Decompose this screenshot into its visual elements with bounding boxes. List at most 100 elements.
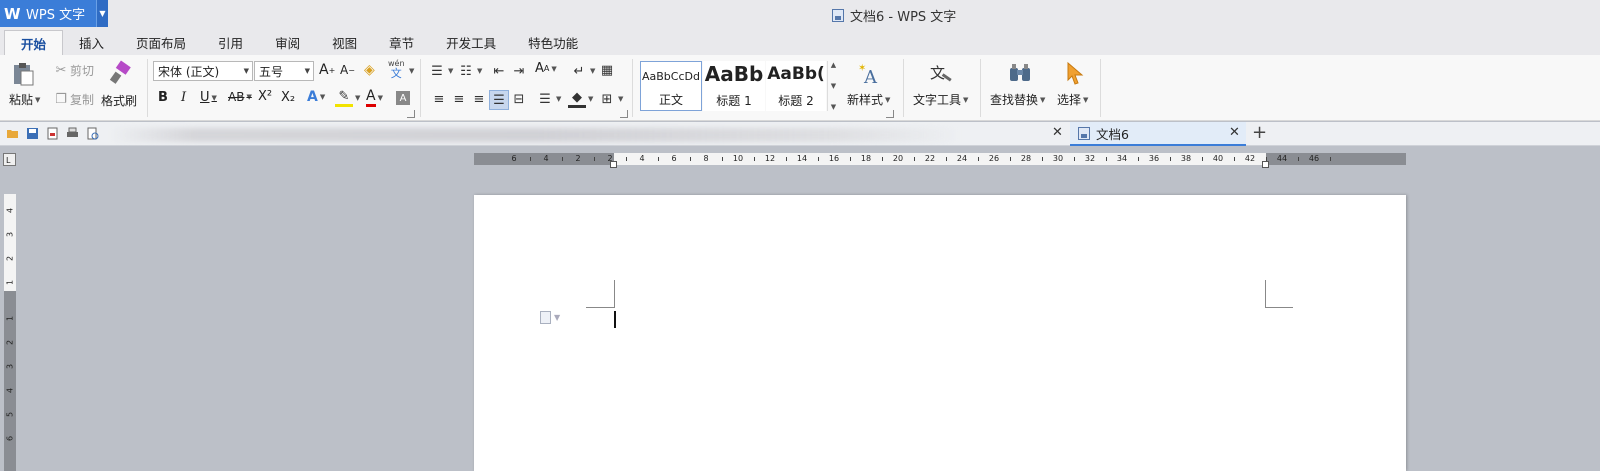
find-replace-button[interactable]: 查找替换 ▼ <box>990 91 1045 108</box>
char-shading-button[interactable]: A <box>396 91 410 105</box>
justify-button[interactable]: ☰ <box>489 90 509 110</box>
shading-button[interactable]: ◆ ▼ <box>568 90 593 108</box>
tab-view[interactable]: 视图 <box>316 30 373 55</box>
document-tab[interactable]: 文档6 <box>1070 122 1246 146</box>
clear-format-icon[interactable]: ◈ <box>364 62 375 78</box>
cut-button[interactable]: ✂ 剪切 <box>52 61 94 79</box>
document-page[interactable]: ▼ <box>474 195 1406 471</box>
font-color-button[interactable]: A ▼ <box>366 88 383 107</box>
close-tab-icon[interactable]: ✕ <box>1052 125 1063 140</box>
numbering-button[interactable]: ☷ ▼ <box>457 62 482 80</box>
right-indent-marker[interactable] <box>1262 161 1269 168</box>
save-icon[interactable] <box>26 127 39 140</box>
align-right-button[interactable]: ≡ <box>470 90 488 108</box>
copy-button[interactable]: ❐ 复制 <box>52 90 94 108</box>
tab-developer[interactable]: 开发工具 <box>430 30 512 55</box>
ruler-tick <box>1042 157 1043 161</box>
increase-indent-button[interactable]: ⇥ <box>510 62 528 80</box>
open-folder-icon[interactable] <box>6 127 19 140</box>
shrink-font-button[interactable]: A − <box>340 63 355 77</box>
chevron-up-icon[interactable]: ▲ <box>831 61 836 69</box>
paragraph-dialog-launcher[interactable] <box>620 110 628 118</box>
styles-dialog-launcher[interactable] <box>886 110 894 118</box>
line-spacing-button[interactable]: ☰ ▼ <box>536 90 561 108</box>
underline-button[interactable]: U ▼ <box>200 90 217 105</box>
format-painter-icon[interactable] <box>108 60 134 86</box>
table-button[interactable]: ▦ <box>598 61 616 79</box>
more-styles-icon[interactable]: ▼ <box>831 103 836 111</box>
ruler-tick <box>594 157 595 161</box>
app-menu-button[interactable]: W WPS 文字 ▼ <box>0 0 108 27</box>
ruler-tick <box>754 157 755 161</box>
bold-button[interactable]: B <box>158 90 168 105</box>
new-tab-plus-icon[interactable]: + <box>1252 122 1267 143</box>
ruler-tick <box>818 157 819 161</box>
font-dialog-launcher[interactable] <box>407 110 415 118</box>
find-replace-icon[interactable] <box>1007 60 1033 86</box>
vertical-ruler[interactable]: 4 3 2 1 1 2 3 4 5 6 <box>4 194 16 471</box>
tab-stop-selector[interactable]: L <box>3 153 16 166</box>
ruler-tick <box>914 157 915 161</box>
paragraph-mark-button[interactable]: ↵ ▼ <box>570 62 596 80</box>
change-case-button[interactable]: A A ▼ <box>535 61 557 76</box>
highlight-button[interactable]: ✎ ▼ <box>335 89 360 107</box>
chevron-down-icon[interactable]: ▼ <box>831 82 836 90</box>
text-tools-button[interactable]: 文字工具 ▼ <box>913 91 968 108</box>
text-tools-icon[interactable]: 文 <box>928 60 954 86</box>
new-style-icon[interactable]: A ✶ <box>857 61 883 87</box>
grow-font-button[interactable]: A + <box>319 62 335 78</box>
tab-page-layout[interactable]: 页面布局 <box>120 30 202 55</box>
app-menu-dropdown-icon[interactable]: ▼ <box>96 0 108 27</box>
decrease-indent-button[interactable]: ⇤ <box>490 62 508 80</box>
font-size-select[interactable]: 五号 ▼ <box>254 61 314 81</box>
highlighter-icon: ✎ <box>335 89 353 107</box>
align-left-icon: ≡ <box>433 91 445 107</box>
print-preview-icon[interactable] <box>86 127 99 140</box>
ruler-tick-label: 34 <box>1116 154 1128 163</box>
bullet-list-icon: ☰ <box>431 63 443 79</box>
font-name-select[interactable]: 宋体 (正文) ▼ <box>153 61 253 81</box>
tab-home[interactable]: 开始 <box>4 30 64 55</box>
ruler-tick <box>1106 157 1107 161</box>
paragraph-layout-button[interactable]: ▼ <box>540 311 560 324</box>
style-heading-2[interactable]: AaBb( 标题 2 <box>766 61 826 111</box>
select-icon[interactable] <box>1062 60 1088 86</box>
style-heading-1[interactable]: AaBb 标题 1 <box>703 61 765 111</box>
align-center-button[interactable]: ≡ <box>450 90 468 108</box>
styles-scroll[interactable]: ▲ ▼ ▼ <box>827 61 839 111</box>
ruler-tick <box>946 157 947 161</box>
tab-section[interactable]: 章节 <box>373 30 430 55</box>
bullets-button[interactable]: ☰ ▼ <box>428 62 453 80</box>
export-pdf-icon[interactable] <box>46 127 59 140</box>
indent-marker[interactable] <box>610 161 617 168</box>
ruler-tick-label: 42 <box>1244 154 1256 163</box>
tab-insert[interactable]: 插入 <box>63 30 120 55</box>
subscript-button[interactable]: X₂ <box>281 90 295 105</box>
new-style-button[interactable]: 新样式 ▼ <box>847 91 890 108</box>
paste-button[interactable] <box>10 61 36 87</box>
tab-special-features[interactable]: 特色功能 <box>512 30 594 55</box>
distribute-button[interactable]: ⊟ <box>510 90 528 108</box>
crop-mark-top-right <box>1265 280 1266 308</box>
style-normal[interactable]: AaBbCcDd 正文 <box>640 61 702 111</box>
format-painter-button[interactable]: 格式刷 <box>101 92 137 109</box>
phonetic-guide-button[interactable]: wén 文 <box>388 59 405 79</box>
align-left-button[interactable]: ≡ <box>430 90 448 108</box>
borders-button[interactable]: ⊞ ▼ <box>598 90 624 108</box>
tab-references[interactable]: 引用 <box>202 30 259 55</box>
ruler-tick <box>882 157 883 161</box>
text-effect-button[interactable]: A ▼ <box>307 89 325 105</box>
ruler-tick-label: 4 <box>543 154 549 163</box>
close-document-tab-icon[interactable]: ✕ <box>1229 125 1240 140</box>
strikethrough-button[interactable]: AB ▼ <box>228 90 252 104</box>
paste-label[interactable]: 粘贴 ▼ <box>9 91 40 108</box>
vertical-ruler-label: 1 <box>5 315 15 322</box>
superscript-button[interactable]: X² <box>258 89 272 104</box>
chevron-down-icon[interactable]: ▼ <box>409 67 414 75</box>
ruler-tick-label: 36 <box>1148 154 1160 163</box>
tab-review[interactable]: 审阅 <box>259 30 316 55</box>
print-icon[interactable] <box>66 127 79 140</box>
italic-button[interactable]: I <box>181 90 186 105</box>
divider <box>147 59 148 117</box>
select-button[interactable]: 选择 ▼ <box>1057 91 1088 108</box>
